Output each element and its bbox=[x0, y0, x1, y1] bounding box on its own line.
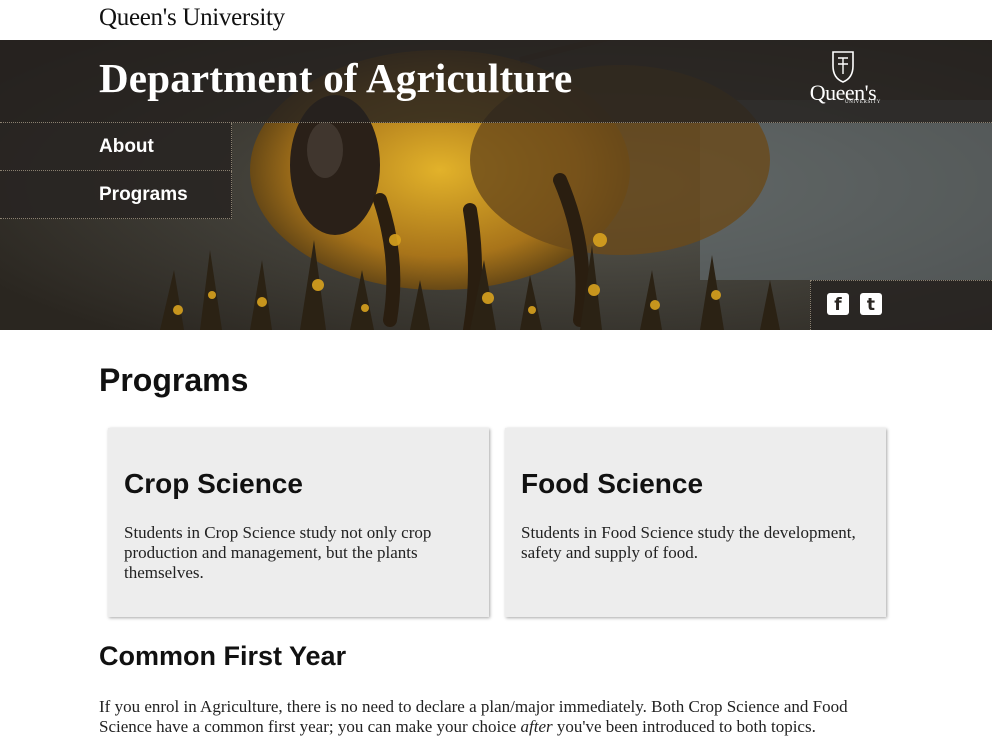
facebook-icon[interactable]: f bbox=[827, 293, 849, 315]
crest-shield-icon bbox=[832, 51, 854, 83]
hero-banner: Department of Agriculture Queen's UNIVER… bbox=[0, 40, 992, 330]
crest-subtitle: UNIVERSITY bbox=[845, 100, 881, 105]
section-paragraph: If you enrol in Agriculture, there is no… bbox=[99, 697, 899, 737]
title-band: Department of Agriculture Queen's UNIVER… bbox=[0, 40, 992, 123]
card-description: Students in Crop Science study not only … bbox=[124, 523, 432, 582]
department-title: Department of Agriculture bbox=[99, 55, 573, 101]
queens-crest-icon[interactable]: Queen's UNIVERSITY bbox=[803, 50, 883, 108]
nav-item-about[interactable]: About bbox=[0, 123, 232, 171]
nav-item-programs[interactable]: Programs bbox=[0, 171, 232, 219]
twitter-icon[interactable]: t bbox=[860, 293, 882, 315]
page-title: Programs bbox=[99, 362, 249, 398]
card-description: Students in Food Science study the devel… bbox=[521, 523, 856, 562]
section-heading-common-first-year: Common First Year bbox=[99, 641, 347, 671]
section-text-emphasis: after bbox=[520, 717, 553, 736]
card-title: Food Science bbox=[521, 468, 704, 499]
social-links: f t bbox=[810, 280, 992, 330]
university-logo-link[interactable]: Queen's University bbox=[99, 4, 285, 32]
university-bar: Queen's University bbox=[0, 0, 992, 40]
program-card-crop-science[interactable]: Crop Science Students in Crop Science st… bbox=[108, 428, 489, 617]
side-navigation: About Programs bbox=[0, 123, 232, 219]
section-text-part: you've been introduced to both topics. bbox=[552, 717, 816, 736]
program-card-food-science[interactable]: Food Science Students in Food Science st… bbox=[505, 428, 886, 617]
card-title: Crop Science bbox=[124, 468, 303, 499]
